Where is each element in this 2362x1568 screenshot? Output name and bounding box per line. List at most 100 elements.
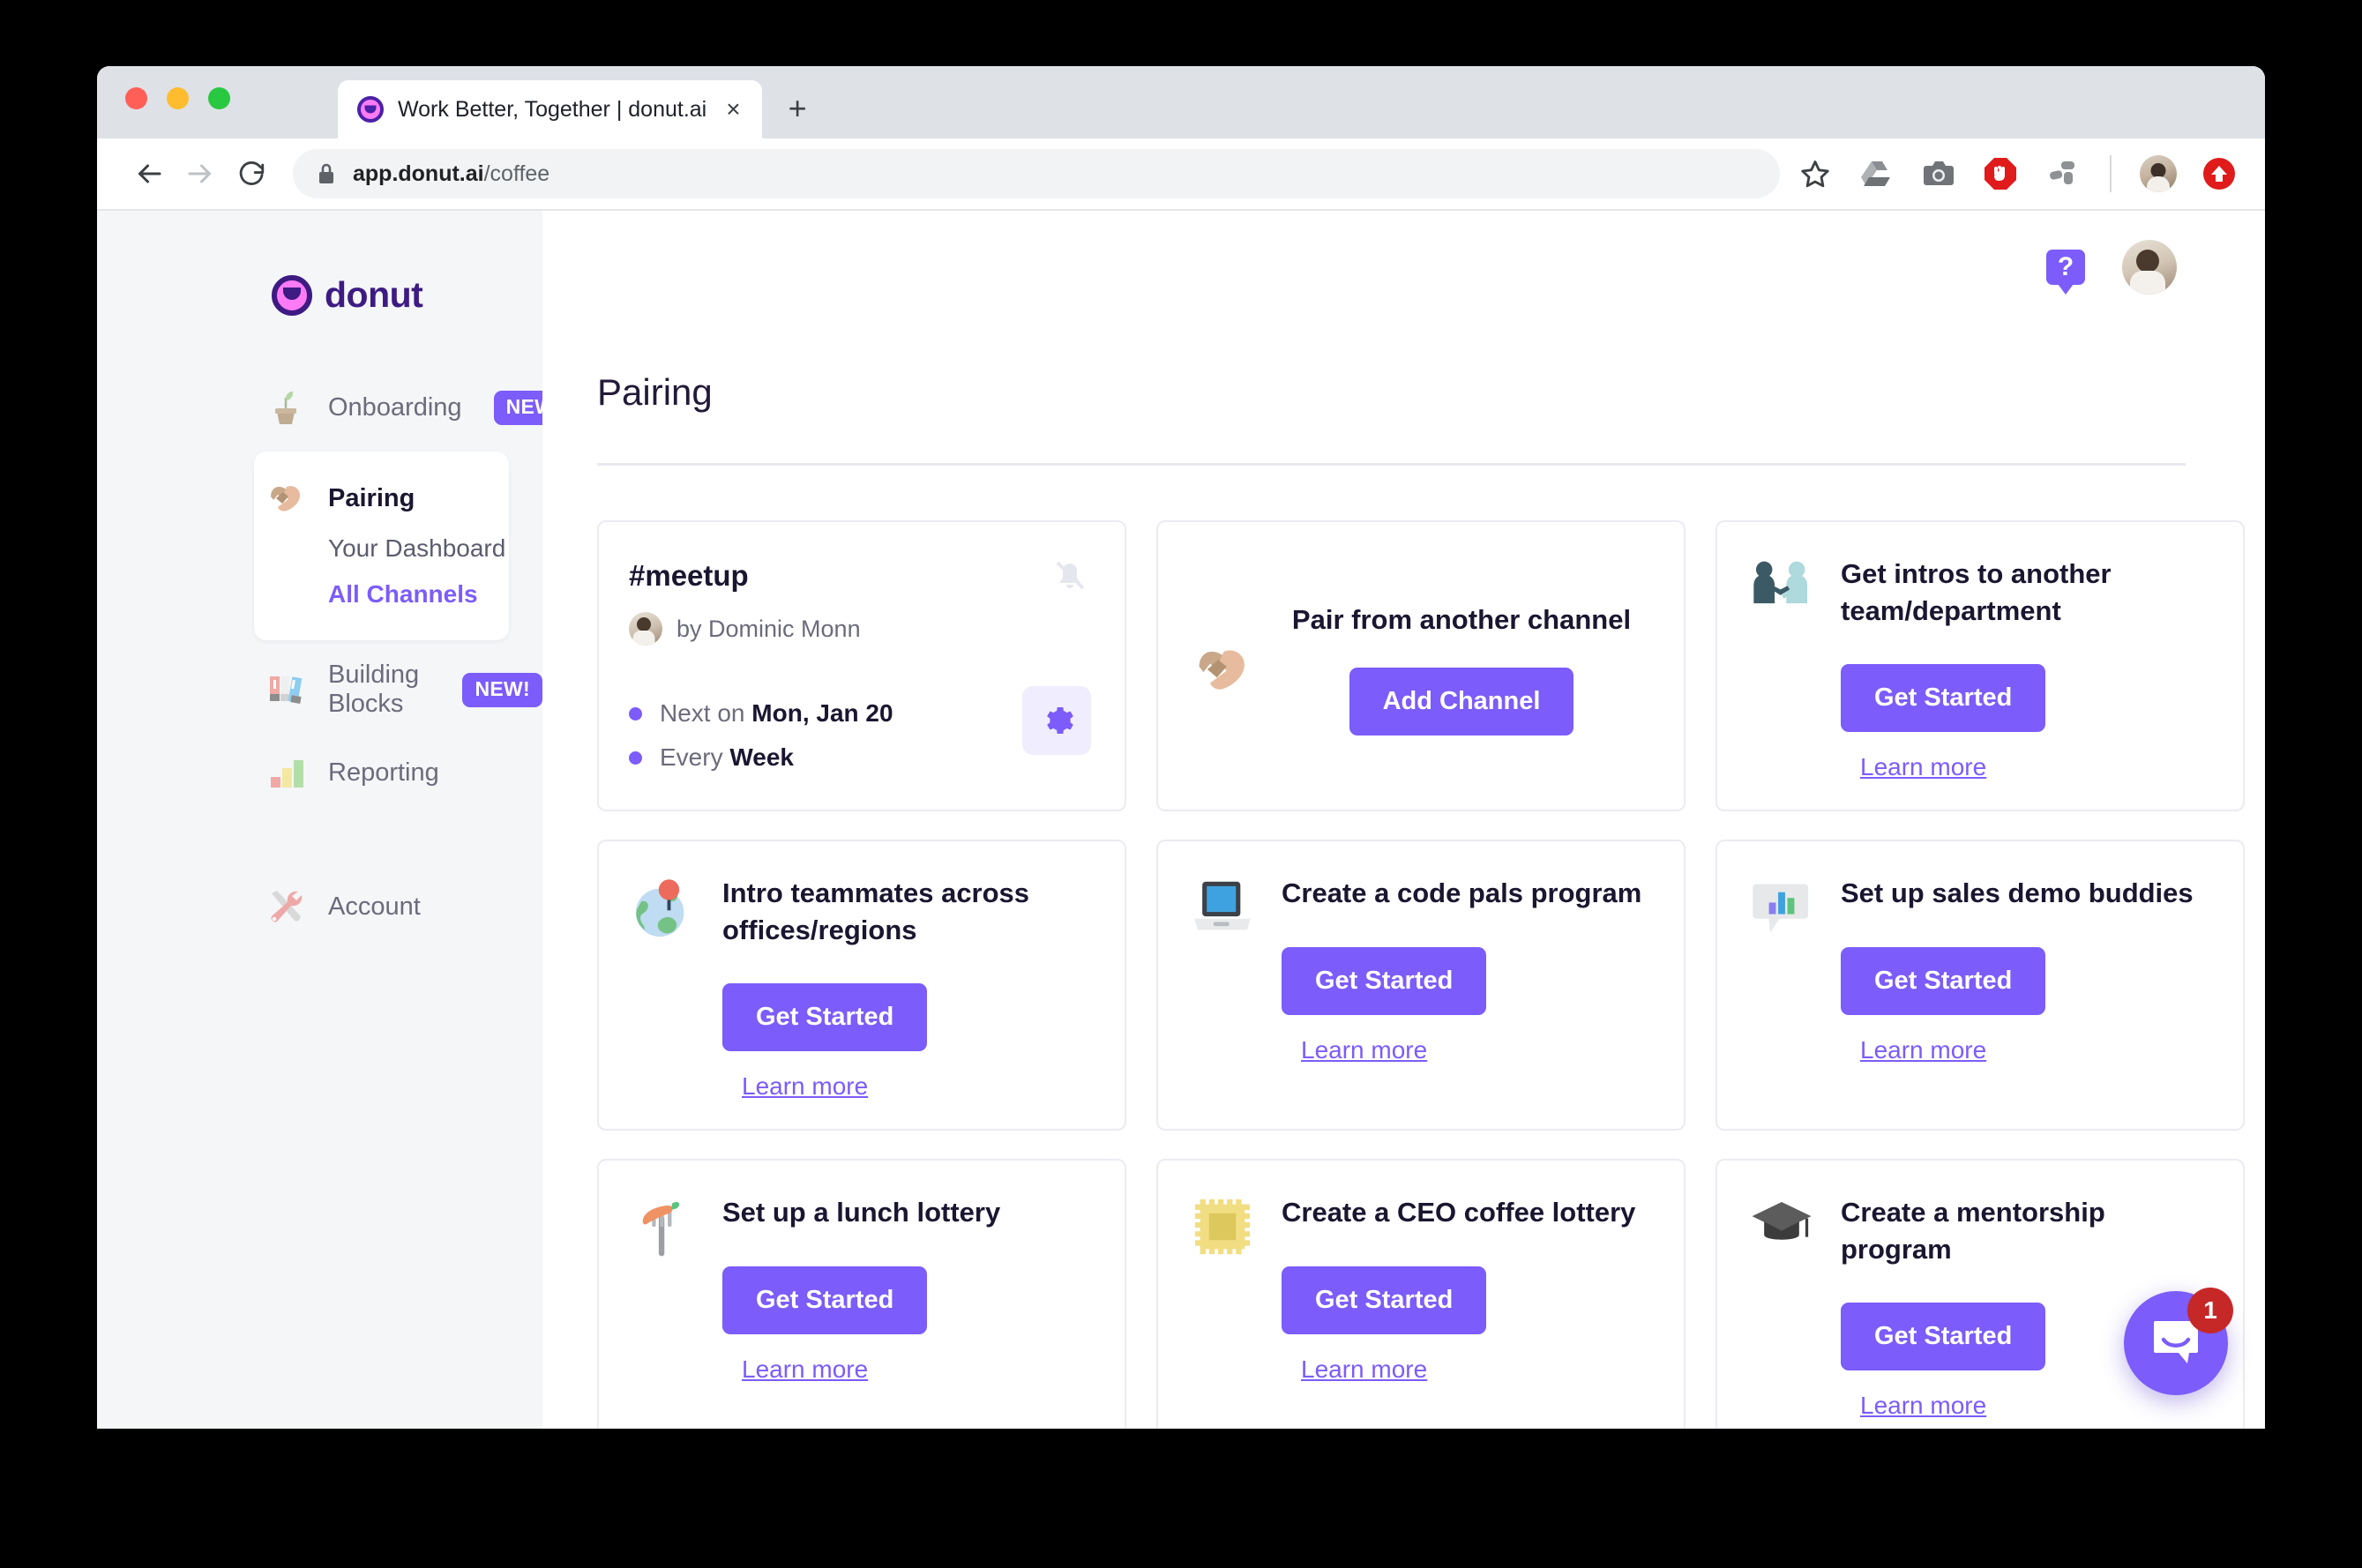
handshake-icon [1190, 638, 1255, 701]
extension-icon[interactable] [2043, 154, 2082, 193]
card-title: Create a CEO coffee lottery [1282, 1197, 1636, 1228]
learn-more-link[interactable]: Learn more [1301, 1355, 1427, 1384]
sidebar-item-label: Account [328, 892, 421, 921]
promo-card: Create a CEO coffee lottery Get Started … [1156, 1159, 1686, 1429]
card-title: Pair from another channel [1291, 603, 1632, 635]
sidebar-item-building-blocks[interactable]: Building Blocks NEW! [97, 656, 542, 723]
sidebar-item-pairing[interactable]: Pairing [254, 471, 509, 526]
frequency-value: Week [729, 743, 794, 771]
close-window-button[interactable] [125, 87, 147, 109]
get-started-button[interactable]: Get Started [722, 983, 928, 1052]
sidebar-nav: Onboarding NEW! Pairing Your Dashboard A… [97, 374, 574, 940]
sidebar: donut Onboarding NEW! Pairing Your Dashb… [97, 211, 574, 1429]
every-prefix: Every [660, 743, 730, 771]
page-title: Pairing [597, 371, 713, 413]
schedule-frequency: Every Week [629, 735, 1088, 780]
get-started-button[interactable]: Get Started [1841, 946, 2046, 1015]
sidebar-item-label: Reporting [328, 758, 439, 787]
learn-more-link[interactable]: Learn more [1860, 1392, 1986, 1420]
intercom-launcher-button[interactable]: 1 [2124, 1288, 2233, 1395]
new-badge: NEW! [462, 672, 542, 707]
camera-icon[interactable] [1919, 154, 1958, 193]
sidebar-pairing-group: Pairing Your Dashboard All Channels [254, 452, 509, 640]
learn-more-link[interactable]: Learn more [742, 1072, 868, 1101]
learn-more-link[interactable]: Learn more [1860, 1036, 1986, 1064]
promo-card-body: Intro teammates across offices/regions G… [722, 875, 1095, 1102]
upload-arrow-icon[interactable] [2200, 154, 2239, 193]
seedling-icon [265, 387, 307, 428]
meetup-channel-card: #meetup by Dominic Monn Next on Mon, Jan… [597, 520, 1126, 811]
get-started-button[interactable]: Get Started [1841, 664, 2046, 733]
sidebar-item-label: Onboarding [328, 392, 462, 422]
schedule-next: Next on Mon, Jan 20 [629, 691, 1088, 735]
pair-card-actions: Add Channel [1282, 667, 1641, 735]
sidebar-item-reporting[interactable]: Reporting [97, 739, 542, 806]
bullet-dot-icon [629, 706, 642, 721]
schedule-next-text: Next on Mon, Jan 20 [660, 699, 893, 728]
avatar[interactable] [2122, 240, 2177, 295]
help-icon[interactable]: ? [2046, 250, 2085, 295]
card-title: Create a code pals program [1282, 877, 1642, 908]
laptop-icon [1190, 875, 1255, 1102]
card-title: Intro teammates across offices/regions [722, 877, 1030, 945]
sidebar-item-all-channels[interactable]: All Channels [254, 571, 509, 617]
add-channel-button[interactable]: Add Channel [1349, 667, 1574, 735]
get-started-button[interactable]: Get Started [1282, 946, 1487, 1015]
adblock-stop-hand-icon[interactable] [1981, 154, 2020, 193]
people-shaking-hands-icon [1749, 556, 1814, 783]
learn-more-link[interactable]: Learn more [742, 1355, 868, 1384]
reload-icon[interactable] [226, 148, 277, 199]
get-started-button[interactable]: Get Started [1841, 1303, 2046, 1371]
learn-more-link[interactable]: Learn more [1301, 1036, 1427, 1064]
back-arrow-icon[interactable] [123, 148, 175, 199]
building-blocks-icon [265, 669, 307, 710]
bell-muted-icon[interactable] [1052, 559, 1088, 596]
promo-card-actions: Get Started Learn more [1282, 946, 1654, 1064]
promo-card: Set up a lunch lottery Get Started Learn… [597, 1159, 1126, 1429]
donut-logo-text: donut [325, 274, 423, 315]
sidebar-item-your-dashboard[interactable]: Your Dashboard [254, 526, 509, 571]
close-tab-icon[interactable]: × [721, 97, 745, 122]
maximize-window-button[interactable] [208, 87, 230, 109]
star-icon[interactable] [1796, 154, 1835, 193]
minimize-window-button[interactable] [167, 87, 189, 109]
bullet-dot-icon [629, 750, 642, 765]
card-title: Create a mentorship program [1841, 1197, 2105, 1265]
globe-pin-icon [631, 875, 696, 1102]
learn-more-link[interactable]: Learn more [1860, 753, 1986, 781]
sidebar-item-onboarding[interactable]: Onboarding NEW! [97, 374, 574, 441]
url-host: app.donut.ai [353, 161, 484, 186]
settings-gear-button[interactable] [1022, 686, 1091, 755]
promo-card-actions: Get Started Learn more [1841, 664, 2213, 781]
google-drive-icon[interactable] [1857, 154, 1896, 193]
promo-card-actions: Get Started Learn more [722, 1266, 1095, 1384]
sidebar-item-account[interactable]: Account [97, 873, 542, 940]
window-traffic-lights [125, 87, 230, 109]
promo-card-body: Create a CEO coffee lottery Get Started … [1282, 1194, 1654, 1422]
fork-food-icon [631, 1194, 696, 1422]
get-started-button[interactable]: Get Started [1282, 1266, 1487, 1334]
promo-card-actions: Get Started Learn more [1282, 1266, 1654, 1384]
browser-tab[interactable]: Work Better, Together | donut.ai × [338, 80, 762, 138]
schedule-frequency-text: Every Week [660, 743, 794, 772]
next-prefix: Next on [660, 699, 752, 727]
by-prefix: by [676, 615, 709, 642]
app-body: donut Onboarding NEW! Pairing Your Dashb… [97, 211, 2265, 1429]
promo-card: Set up sales demo buddies Get Started Le… [1715, 840, 2245, 1131]
promo-card-body: Set up sales demo buddies Get Started Le… [1841, 875, 2213, 1102]
promo-card: Create a code pals program Get Started L… [1156, 840, 1686, 1131]
promo-card-actions: Get Started Learn more [1841, 946, 2213, 1064]
author-avatar [629, 612, 662, 646]
forward-arrow-icon[interactable] [175, 148, 226, 199]
profile-avatar-icon[interactable] [2140, 155, 2177, 192]
bar-chart-icon [265, 754, 307, 791]
browser-window: Work Better, Together | donut.ai × + app… [97, 66, 2265, 1429]
sidebar-item-label: Building Blocks [328, 661, 420, 718]
promo-card-body: Create a code pals program Get Started L… [1282, 875, 1654, 1102]
new-tab-button[interactable]: + [789, 93, 807, 124]
url-input[interactable]: app.donut.ai/coffee [293, 149, 1780, 198]
donut-logo[interactable]: donut [97, 211, 542, 316]
get-started-button[interactable]: Get Started [722, 1266, 928, 1334]
promo-card-actions: Get Started Learn more [722, 983, 1095, 1101]
